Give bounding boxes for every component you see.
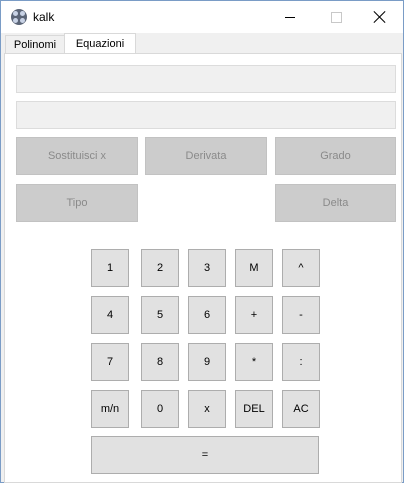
key-plus[interactable]: + bbox=[235, 296, 273, 334]
close-button[interactable] bbox=[357, 1, 403, 33]
key-7[interactable]: 7 bbox=[91, 343, 129, 381]
equazioni-panel: Sostituisci x Derivata Grado Tipo Delta … bbox=[4, 53, 402, 483]
key-clear-all[interactable]: AC bbox=[282, 390, 320, 428]
derivata-button[interactable]: Derivata bbox=[145, 137, 267, 175]
close-icon bbox=[374, 11, 386, 23]
window-title: kalk bbox=[33, 10, 55, 24]
app-window: kalk Polinomi Equazioni Sostituisci x De… bbox=[0, 0, 404, 483]
maximize-icon bbox=[330, 11, 342, 23]
key-power[interactable]: ^ bbox=[282, 249, 320, 287]
minimize-icon bbox=[285, 16, 295, 18]
equals-button[interactable]: = bbox=[91, 436, 319, 474]
tab-bar: Polinomi Equazioni bbox=[1, 33, 403, 54]
key-1[interactable]: 1 bbox=[91, 249, 129, 287]
key-fraction[interactable]: m/n bbox=[91, 390, 129, 428]
equation-input-1[interactable] bbox=[16, 65, 396, 93]
grado-button[interactable]: Grado bbox=[275, 137, 396, 175]
sostituisci-x-button[interactable]: Sostituisci x bbox=[16, 137, 138, 175]
key-delete[interactable]: DEL bbox=[235, 390, 273, 428]
key-3[interactable]: 3 bbox=[188, 249, 226, 287]
key-0[interactable]: 0 bbox=[141, 390, 179, 428]
key-divide[interactable]: : bbox=[282, 343, 320, 381]
key-x[interactable]: x bbox=[188, 390, 226, 428]
tab-equazioni[interactable]: Equazioni bbox=[64, 33, 136, 54]
key-4[interactable]: 4 bbox=[91, 296, 129, 334]
title-bar[interactable]: kalk bbox=[1, 1, 403, 33]
key-minus[interactable]: - bbox=[282, 296, 320, 334]
maximize-button[interactable] bbox=[313, 1, 359, 33]
key-6[interactable]: 6 bbox=[188, 296, 226, 334]
key-5[interactable]: 5 bbox=[141, 296, 179, 334]
key-2[interactable]: 2 bbox=[141, 249, 179, 287]
key-multiply[interactable]: * bbox=[235, 343, 273, 381]
app-icon bbox=[11, 9, 27, 25]
tipo-button[interactable]: Tipo bbox=[16, 184, 138, 222]
equation-input-2[interactable] bbox=[16, 101, 396, 129]
key-8[interactable]: 8 bbox=[141, 343, 179, 381]
key-9[interactable]: 9 bbox=[188, 343, 226, 381]
delta-button[interactable]: Delta bbox=[275, 184, 396, 222]
tab-polinomi[interactable]: Polinomi bbox=[5, 35, 65, 54]
minimize-button[interactable] bbox=[267, 1, 313, 33]
key-m[interactable]: M bbox=[235, 249, 273, 287]
